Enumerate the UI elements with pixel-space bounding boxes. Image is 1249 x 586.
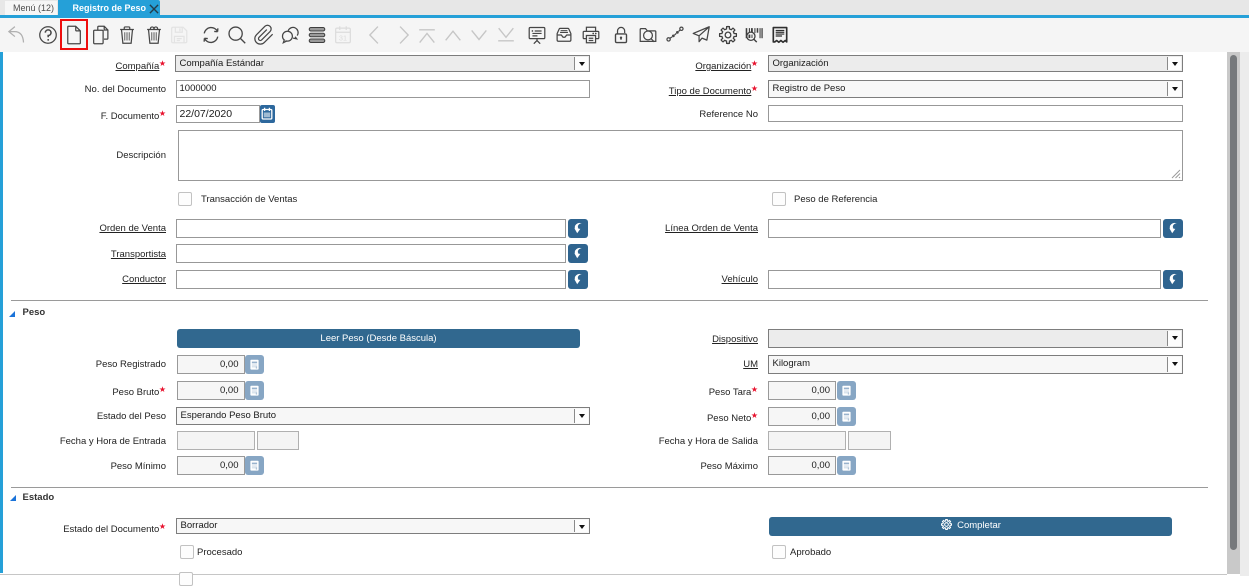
svg-text:31: 31	[339, 33, 347, 42]
